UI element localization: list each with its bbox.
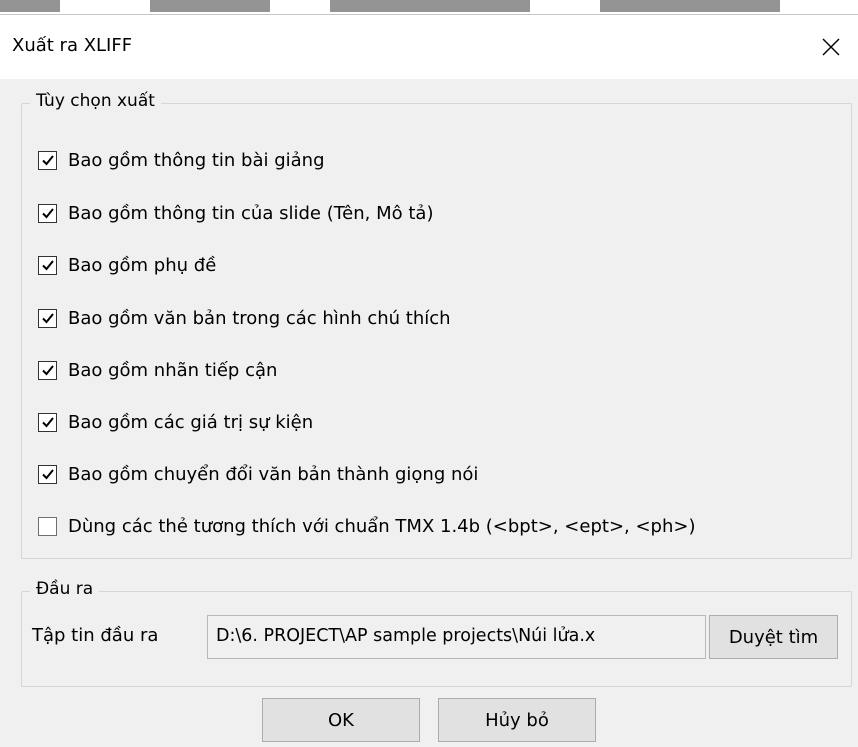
option-checkbox[interactable] <box>38 255 57 275</box>
option-label: Bao gồm văn bản trong các hình chú thích <box>68 307 451 329</box>
background-bar <box>330 0 530 12</box>
option-label: Bao gồm thông tin của slide (Tên, Mô tả) <box>68 202 434 224</box>
option-event-values[interactable]: Bao gồm các giá trị sự kiện <box>38 410 313 434</box>
option-label: Bao gồm nhãn tiếp cận <box>68 359 278 381</box>
option-subtitles[interactable]: Bao gồm phụ đề <box>38 253 216 277</box>
option-accessibility-labels[interactable]: Bao gồm nhãn tiếp cận <box>38 358 277 382</box>
option-label: Dùng các thẻ tương thích với chuẩn TMX 1… <box>68 515 696 537</box>
output-file-path-field[interactable]: D:\6. PROJECT\AP sample projects\Núi lửa… <box>207 615 706 659</box>
browse-button[interactable]: Duyệt tìm <box>709 615 838 659</box>
option-tmx-tags[interactable]: Dùng các thẻ tương thích với chuẩn TMX 1… <box>38 514 696 538</box>
option-label: Bao gồm thông tin bài giảng <box>68 149 325 171</box>
checkmark-icon <box>41 260 54 271</box>
ok-button[interactable]: OK <box>262 698 420 742</box>
option-checkbox[interactable] <box>38 360 57 380</box>
checkmark-icon <box>41 208 54 219</box>
option-checkbox[interactable] <box>38 516 57 536</box>
option-label: Bao gồm các giá trị sự kiện <box>68 411 314 433</box>
checkmark-icon <box>41 417 54 428</box>
dialog-title: Xuất ra XLIFF <box>12 35 133 56</box>
checkmark-icon <box>41 313 54 324</box>
title-bar: Xuất ra XLIFF <box>0 15 858 79</box>
background-bar <box>600 0 780 12</box>
option-lesson-info[interactable]: Bao gồm thông tin bài giảng <box>38 148 325 172</box>
background-bar <box>150 0 270 12</box>
checkmark-icon <box>41 469 54 480</box>
option-checkbox[interactable] <box>38 203 57 223</box>
close-icon <box>822 38 840 56</box>
option-label: Bao gồm phụ đề <box>68 254 217 276</box>
option-text-to-speech[interactable]: Bao gồm chuyển đổi văn bản thành giọng n… <box>38 462 478 486</box>
background-bar <box>0 0 60 12</box>
close-button[interactable] <box>804 15 858 79</box>
export-options-legend: Tùy chọn xuất <box>30 91 161 111</box>
option-checkbox[interactable] <box>38 150 57 170</box>
option-checkbox[interactable] <box>38 464 57 484</box>
checkmark-icon <box>41 365 54 376</box>
checkmark-icon <box>41 155 54 166</box>
cancel-button[interactable]: Hủy bỏ <box>438 698 596 742</box>
export-xliff-dialog: Xuất ra XLIFF Tùy chọn xuất Bao gồm thôn… <box>0 14 858 747</box>
output-file-label: Tập tin đầu ra <box>32 625 159 646</box>
option-checkbox[interactable] <box>38 412 57 432</box>
output-group: Đầu ra Tập tin đầu ra D:\6. PROJECT\AP s… <box>21 579 852 687</box>
export-options-group: Tùy chọn xuất Bao gồm thông tin bài giản… <box>21 91 852 559</box>
option-callout-text[interactable]: Bao gồm văn bản trong các hình chú thích <box>38 306 451 330</box>
output-legend: Đầu ra <box>30 579 100 599</box>
option-label: Bao gồm chuyển đổi văn bản thành giọng n… <box>68 463 479 485</box>
option-slide-info[interactable]: Bao gồm thông tin của slide (Tên, Mô tả) <box>38 201 433 225</box>
option-checkbox[interactable] <box>38 308 57 328</box>
background-window-strip <box>0 0 858 14</box>
